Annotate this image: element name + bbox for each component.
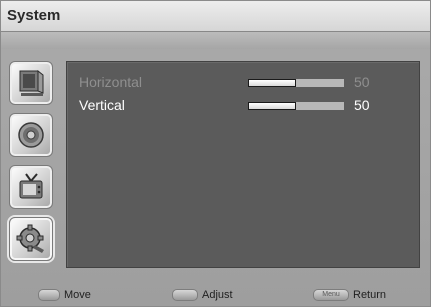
hint-return: Menu Return bbox=[313, 289, 387, 302]
settings-panel: Horizontal 50 Vertical 50 bbox=[66, 61, 420, 268]
menu-key-icon: Menu bbox=[313, 289, 349, 302]
system-menu-screen: System Horizontal 50 Vertical 50 Move Ad… bbox=[0, 0, 431, 307]
sidebar-item-sound[interactable] bbox=[9, 113, 53, 157]
sidebar-item-channel[interactable] bbox=[9, 165, 53, 209]
adjust-label: Adjust bbox=[202, 289, 233, 301]
hint-move: Move bbox=[38, 289, 91, 302]
title-bar: System bbox=[1, 1, 430, 32]
setting-label: Vertical bbox=[79, 97, 125, 113]
setting-row-vertical[interactable]: Vertical 50 bbox=[67, 96, 419, 116]
return-label: Return bbox=[353, 289, 387, 301]
speaker-icon bbox=[18, 122, 44, 148]
setting-value: 50 bbox=[354, 74, 370, 90]
vertical-slider[interactable] bbox=[248, 102, 344, 110]
footer-hints: Move Adjust Menu Return bbox=[1, 285, 430, 306]
setting-row-horizontal[interactable]: Horizontal 50 bbox=[67, 73, 419, 93]
monitor-icon bbox=[19, 69, 44, 96]
move-label: Move bbox=[64, 289, 91, 301]
gear-icon bbox=[16, 224, 44, 253]
header-band bbox=[1, 32, 430, 49]
sidebar-item-system[interactable] bbox=[9, 217, 53, 261]
sidebar-item-picture[interactable] bbox=[9, 61, 53, 105]
horizontal-slider[interactable] bbox=[248, 79, 344, 87]
setting-value: 50 bbox=[354, 97, 370, 113]
tv-icon bbox=[19, 173, 43, 199]
slider-fill bbox=[248, 102, 296, 110]
page-title: System bbox=[7, 7, 61, 24]
dpad-leftright-icon bbox=[172, 289, 198, 302]
hint-adjust: Adjust bbox=[172, 289, 233, 302]
slider-fill bbox=[248, 79, 296, 87]
setting-label: Horizontal bbox=[79, 74, 143, 90]
dpad-updown-icon bbox=[38, 289, 60, 302]
sidebar bbox=[9, 61, 61, 269]
